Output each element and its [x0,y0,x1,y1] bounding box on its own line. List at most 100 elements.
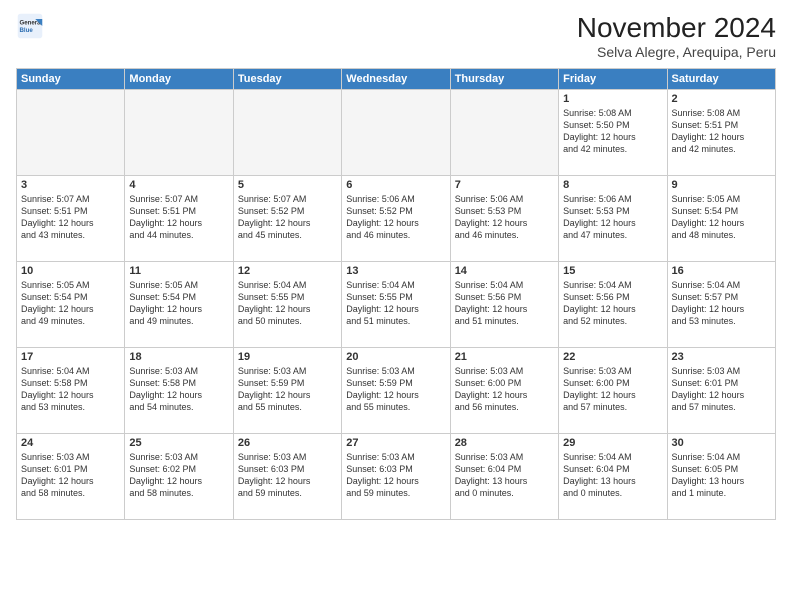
calendar-cell: 26 Sunrise: 5:03 AM Sunset: 6:03 PM Dayli… [233,434,341,520]
day-number: 6 [346,179,445,191]
week-row-2: 3 Sunrise: 5:07 AM Sunset: 5:51 PM Daylig… [17,176,776,262]
calendar-cell: 2Sunrise: 5:08 AM Sunset: 5:51 PM Daylig… [667,90,775,176]
calendar-cell: 19 Sunrise: 5:03 AM Sunset: 5:59 PM Dayli… [233,348,341,434]
day-info: Sunrise: 5:03 AM Sunset: 6:00 PM Dayligh… [455,365,554,414]
day-info: Sunrise: 5:04 AM Sunset: 5:56 PM Dayligh… [563,279,662,328]
calendar-cell: 1Sunrise: 5:08 AM Sunset: 5:50 PM Daylig… [559,90,667,176]
weekday-header-tuesday: Tuesday [233,69,341,90]
calendar-cell: 20 Sunrise: 5:03 AM Sunset: 5:59 PM Dayli… [342,348,450,434]
header: General Blue November 2024 Selva Alegre,… [16,12,776,60]
day-info: Sunrise: 5:06 AM Sunset: 5:53 PM Dayligh… [455,193,554,242]
day-number: 7 [455,179,554,191]
day-info: Sunrise: 5:06 AM Sunset: 5:53 PM Dayligh… [563,193,662,242]
week-row-5: 24 Sunrise: 5:03 AM Sunset: 6:01 PM Dayli… [17,434,776,520]
calendar-cell: 24 Sunrise: 5:03 AM Sunset: 6:01 PM Dayli… [17,434,125,520]
calendar-cell: 4 Sunrise: 5:07 AM Sunset: 5:51 PM Daylig… [125,176,233,262]
day-info: Sunrise: 5:03 AM Sunset: 6:04 PM Dayligh… [455,451,554,500]
day-info: Sunrise: 5:04 AM Sunset: 5:56 PM Dayligh… [455,279,554,328]
day-info: Sunrise: 5:04 AM Sunset: 5:58 PM Dayligh… [21,365,120,414]
calendar-cell: 13Sunrise: 5:04 AM Sunset: 5:55 PM Dayli… [342,262,450,348]
day-info: Sunrise: 5:03 AM Sunset: 6:03 PM Dayligh… [238,451,337,500]
calendar-cell: 7 Sunrise: 5:06 AM Sunset: 5:53 PM Daylig… [450,176,558,262]
svg-text:Blue: Blue [20,27,34,34]
weekday-header-monday: Monday [125,69,233,90]
day-number: 10 [21,265,120,277]
calendar-table: SundayMondayTuesdayWednesdayThursdayFrid… [16,68,776,520]
calendar-cell [342,90,450,176]
calendar-cell: 17 Sunrise: 5:04 AM Sunset: 5:58 PM Dayli… [17,348,125,434]
day-number: 8 [563,179,662,191]
weekday-header-wednesday: Wednesday [342,69,450,90]
day-number: 13 [346,265,445,277]
calendar-cell: 14 Sunrise: 5:04 AM Sunset: 5:56 PM Dayli… [450,262,558,348]
day-info: Sunrise: 5:03 AM Sunset: 6:03 PM Dayligh… [346,451,445,500]
day-number: 3 [21,179,120,191]
day-number: 22 [563,351,662,363]
day-number: 27 [346,437,445,449]
day-number: 17 [21,351,120,363]
calendar-cell: 23Sunrise: 5:03 AM Sunset: 6:01 PM Dayli… [667,348,775,434]
calendar-cell: 8 Sunrise: 5:06 AM Sunset: 5:53 PM Daylig… [559,176,667,262]
calendar-cell: 22Sunrise: 5:03 AM Sunset: 6:00 PM Dayli… [559,348,667,434]
calendar-cell: 16 Sunrise: 5:04 AM Sunset: 5:57 PM Dayli… [667,262,775,348]
day-number: 9 [672,179,771,191]
day-info: Sunrise: 5:06 AM Sunset: 5:52 PM Dayligh… [346,193,445,242]
day-info: Sunrise: 5:05 AM Sunset: 5:54 PM Dayligh… [21,279,120,328]
day-number: 20 [346,351,445,363]
day-info: Sunrise: 5:03 AM Sunset: 6:02 PM Dayligh… [129,451,228,500]
day-info: Sunrise: 5:03 AM Sunset: 6:01 PM Dayligh… [21,451,120,500]
calendar-cell: 10 Sunrise: 5:05 AM Sunset: 5:54 PM Dayli… [17,262,125,348]
calendar-cell [450,90,558,176]
calendar-cell: 18Sunrise: 5:03 AM Sunset: 5:58 PM Dayli… [125,348,233,434]
calendar-cell: 30 Sunrise: 5:04 AM Sunset: 6:05 PM Dayli… [667,434,775,520]
week-row-1: 1Sunrise: 5:08 AM Sunset: 5:50 PM Daylig… [17,90,776,176]
calendar-cell [233,90,341,176]
day-info: Sunrise: 5:08 AM Sunset: 5:51 PM Dayligh… [672,107,771,156]
day-number: 23 [672,351,771,363]
calendar-cell: 27 Sunrise: 5:03 AM Sunset: 6:03 PM Dayli… [342,434,450,520]
day-info: Sunrise: 5:03 AM Sunset: 5:59 PM Dayligh… [346,365,445,414]
day-number: 26 [238,437,337,449]
calendar-cell: 25 Sunrise: 5:03 AM Sunset: 6:02 PM Dayli… [125,434,233,520]
day-number: 14 [455,265,554,277]
calendar-cell: 6 Sunrise: 5:06 AM Sunset: 5:52 PM Daylig… [342,176,450,262]
calendar-header-row: SundayMondayTuesdayWednesdayThursdayFrid… [17,69,776,90]
day-number: 24 [21,437,120,449]
weekday-header-friday: Friday [559,69,667,90]
day-number: 11 [129,265,228,277]
weekday-header-sunday: Sunday [17,69,125,90]
day-info: Sunrise: 5:03 AM Sunset: 5:59 PM Dayligh… [238,365,337,414]
week-row-4: 17 Sunrise: 5:04 AM Sunset: 5:58 PM Dayli… [17,348,776,434]
day-number: 29 [563,437,662,449]
calendar-cell: 29 Sunrise: 5:04 AM Sunset: 6:04 PM Dayli… [559,434,667,520]
day-info: Sunrise: 5:05 AM Sunset: 5:54 PM Dayligh… [672,193,771,242]
day-number: 21 [455,351,554,363]
day-info: Sunrise: 5:07 AM Sunset: 5:52 PM Dayligh… [238,193,337,242]
day-number: 5 [238,179,337,191]
day-number: 16 [672,265,771,277]
calendar-cell: 11Sunrise: 5:05 AM Sunset: 5:54 PM Dayli… [125,262,233,348]
day-number: 25 [129,437,228,449]
day-info: Sunrise: 5:08 AM Sunset: 5:50 PM Dayligh… [563,107,662,156]
day-number: 18 [129,351,228,363]
title-block: November 2024 Selva Alegre, Arequipa, Pe… [577,12,776,60]
day-info: Sunrise: 5:04 AM Sunset: 6:05 PM Dayligh… [672,451,771,500]
calendar-cell: 21 Sunrise: 5:03 AM Sunset: 6:00 PM Dayli… [450,348,558,434]
day-number: 19 [238,351,337,363]
logo-icon: General Blue [16,12,44,40]
calendar-cell: 28 Sunrise: 5:03 AM Sunset: 6:04 PM Dayli… [450,434,558,520]
calendar-cell [17,90,125,176]
day-number: 4 [129,179,228,191]
weekday-header-thursday: Thursday [450,69,558,90]
day-info: Sunrise: 5:04 AM Sunset: 6:04 PM Dayligh… [563,451,662,500]
weekday-header-saturday: Saturday [667,69,775,90]
day-number: 30 [672,437,771,449]
calendar-cell: 9 Sunrise: 5:05 AM Sunset: 5:54 PM Daylig… [667,176,775,262]
calendar-cell [125,90,233,176]
day-number: 28 [455,437,554,449]
location-title: Selva Alegre, Arequipa, Peru [577,44,776,60]
calendar-cell: 3Sunrise: 5:07 AM Sunset: 5:51 PM Daylig… [17,176,125,262]
page: General Blue November 2024 Selva Alegre,… [0,0,792,612]
day-info: Sunrise: 5:07 AM Sunset: 5:51 PM Dayligh… [129,193,228,242]
day-info: Sunrise: 5:04 AM Sunset: 5:57 PM Dayligh… [672,279,771,328]
